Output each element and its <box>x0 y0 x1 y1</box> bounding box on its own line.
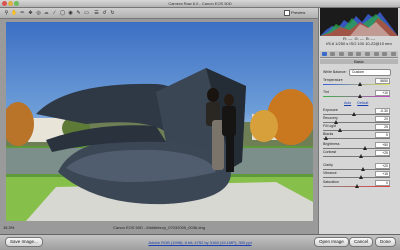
hand-icon[interactable]: ✋ <box>11 10 18 16</box>
basic-tab-icon[interactable] <box>321 52 327 56</box>
workflow-options-link[interactable]: Adobe RGB (1998); 8 bit; 4752 by 3168 (1… <box>110 240 290 245</box>
color-sampler-icon[interactable]: ✥ <box>27 10 34 16</box>
lens-tab-icon[interactable] <box>365 52 371 56</box>
slider-thumb[interactable] <box>337 128 342 132</box>
slider-label: Vibrance <box>323 171 337 175</box>
save-image-button[interactable]: Save Image... <box>5 237 43 247</box>
slider-track[interactable] <box>323 146 390 150</box>
slider-label: Tint <box>323 90 329 94</box>
slider-thumb[interactable] <box>352 112 357 116</box>
section-title: Basic <box>320 59 398 64</box>
image-caption: Canon EOS 50D - Middlebury_07032009_0036… <box>113 225 205 230</box>
slider-thumb[interactable] <box>357 82 362 86</box>
slider-track[interactable] <box>323 136 390 140</box>
slider-label: Contrast <box>323 150 337 154</box>
slider-label: Brightness <box>323 142 340 146</box>
slider-track[interactable] <box>323 82 390 86</box>
slider-track[interactable] <box>323 167 390 171</box>
rotate-right-icon[interactable]: ↻ <box>109 10 116 16</box>
presets-tab-icon[interactable] <box>391 52 397 56</box>
straighten-icon[interactable]: ∕ <box>51 10 58 16</box>
default-link[interactable]: Default <box>357 101 368 105</box>
split-toning-tab-icon[interactable] <box>356 52 362 56</box>
slider-thumb[interactable] <box>357 94 362 98</box>
slider-thumb[interactable] <box>359 175 364 179</box>
slider-thumb[interactable] <box>362 146 367 150</box>
slider-track[interactable] <box>323 175 390 179</box>
zoom-icon[interactable]: ⚲ <box>3 10 10 16</box>
slider-track[interactable] <box>323 120 390 124</box>
slider-track[interactable] <box>323 128 390 132</box>
slider-thumb[interactable] <box>358 154 363 158</box>
auto-link[interactable]: Auto <box>344 101 351 105</box>
tone-curve-tab-icon[interactable] <box>330 52 336 56</box>
image-preview[interactable] <box>6 22 313 221</box>
open-image-button[interactable]: Open Image <box>314 237 349 247</box>
slider-track[interactable] <box>323 112 390 116</box>
slider-track[interactable] <box>323 94 390 98</box>
panel-tabs <box>320 51 398 58</box>
effects-tab-icon[interactable] <box>373 52 379 56</box>
slider-thumb[interactable] <box>354 184 359 188</box>
preview-label: Preview <box>291 10 306 16</box>
white-balance-select[interactable]: Custom <box>349 69 391 76</box>
target-adjust-icon[interactable]: ◎ <box>35 10 42 16</box>
slider-track[interactable] <box>323 184 390 188</box>
slider-label: Fill Light <box>323 124 337 128</box>
slider-label: Temperature <box>323 78 343 82</box>
preferences-icon[interactable]: ☰ <box>93 10 100 16</box>
camera-calibration-tab-icon[interactable] <box>382 52 388 56</box>
crop-icon[interactable]: ⌓ <box>43 10 50 16</box>
detail-tab-icon[interactable] <box>339 52 345 56</box>
preview-toggle[interactable]: Preview <box>284 10 305 16</box>
toolbar: ⚲ ✋ ✏ ✥ ◎ ⌓ ∕ ◯ ◉ ✎ ▭ ☰ ↺ ↻ Preview <box>0 8 318 19</box>
red-eye-icon[interactable]: ◉ <box>67 10 74 16</box>
rotate-left-icon[interactable]: ↺ <box>101 10 108 16</box>
hsl-tab-icon[interactable] <box>347 52 353 56</box>
spot-removal-icon[interactable]: ◯ <box>59 10 66 16</box>
auto-default-links: Auto Default <box>344 101 374 105</box>
histogram <box>320 8 398 36</box>
slider-thumb[interactable] <box>324 136 329 140</box>
preview-checkbox[interactable] <box>284 10 290 16</box>
brush-icon[interactable]: ✎ <box>75 10 82 16</box>
histogram-graph <box>320 12 398 36</box>
cancel-button[interactable]: Cancel <box>349 237 374 247</box>
done-button[interactable]: Done <box>375 237 396 247</box>
photo-illustration <box>6 68 313 221</box>
white-balance-icon[interactable]: ✏ <box>19 10 26 16</box>
slider-thumb[interactable] <box>361 167 366 171</box>
slider-track[interactable] <box>323 154 390 158</box>
gradient-icon[interactable]: ▭ <box>83 10 90 16</box>
window-title: Camera Raw 6.0 - Canon EOS 50D <box>168 1 232 6</box>
slider-label: Saturation <box>323 180 339 184</box>
title-bar: Camera Raw 6.0 - Canon EOS 50D <box>0 0 400 8</box>
white-balance-label: White Balance: <box>323 70 347 74</box>
slider-label: Clarity <box>323 163 333 167</box>
exif-info: f/5.6 1/250 s ISO 100 10-22@10 mm <box>326 40 392 46</box>
rgb-readout: R: --- G: --- B: --- f/5.6 1/250 s ISO 1… <box>320 36 398 46</box>
slider-label: Exposure <box>323 108 338 112</box>
